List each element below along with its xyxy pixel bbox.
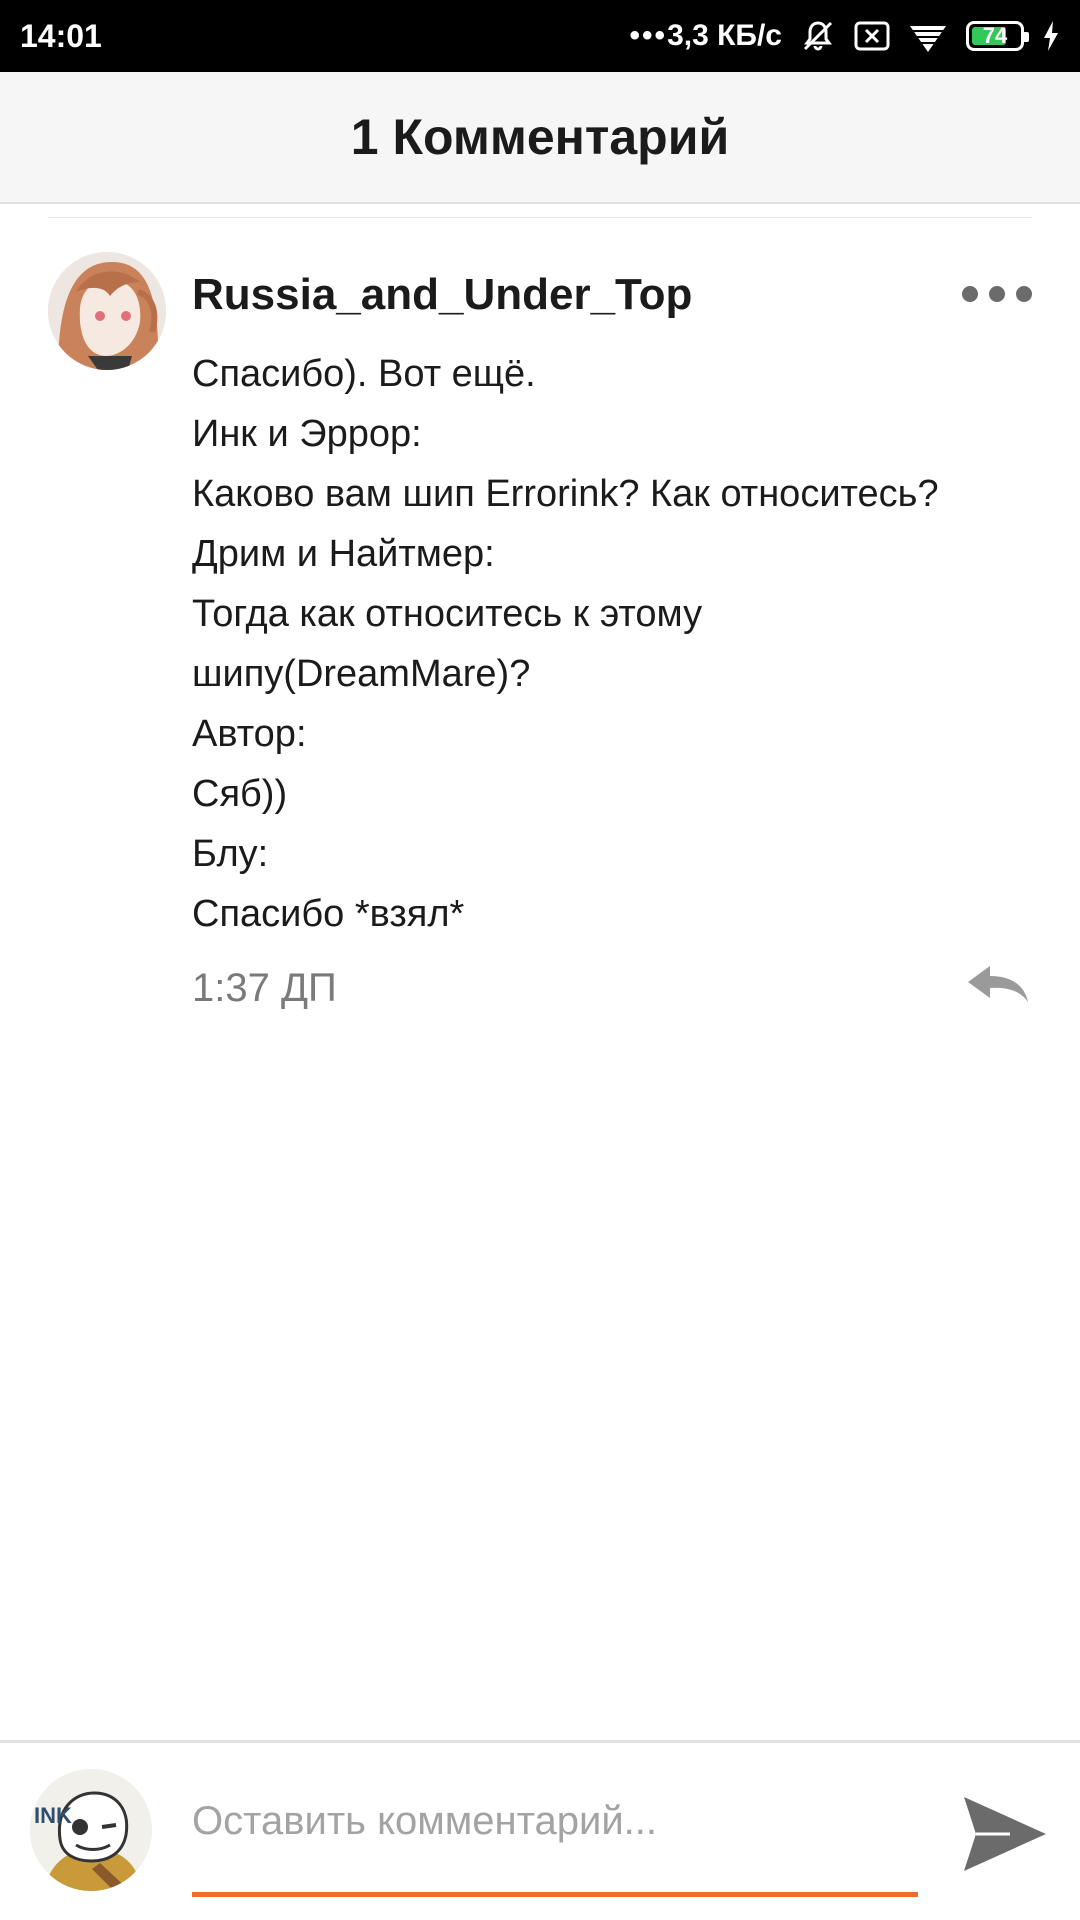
send-icon[interactable] (960, 1791, 1050, 1877)
sim-x-icon (854, 21, 890, 51)
comment-timestamp: 1:37 ДП (192, 966, 337, 1010)
network-speed: •••3,3 КБ/с (630, 19, 782, 53)
comment-line: Дрим и Найтмер: (192, 533, 495, 575)
battery-cap (1024, 32, 1029, 42)
more-options-icon[interactable] (962, 282, 1032, 306)
input-underline (192, 1892, 918, 1897)
reply-arrow-icon[interactable] (964, 960, 1032, 1010)
comment-line: Сяб)) (192, 773, 288, 815)
status-indicators: •••3,3 КБ/с 74 (630, 18, 1060, 54)
network-speed-value: 3,3 КБ/с (667, 19, 782, 52)
comment-line: Спасибо). Вот ещё. (192, 353, 536, 395)
comment-text: Спасибо). Вот ещё. Инк и Эррор: Каково в… (192, 344, 1052, 944)
comment-line: Блу: (192, 833, 269, 875)
activity-dots: ••• (629, 19, 668, 52)
comment-line: Каково вам шип Errorink? Как относитесь? (192, 473, 939, 515)
comment-composer: INK (0, 1740, 1080, 1920)
header: 1 Комментарий (0, 72, 1080, 204)
battery-icon: 74 (966, 21, 1029, 51)
comment-line: шипу(DreamMare)? (192, 653, 531, 695)
battery-level: 74 (982, 23, 1008, 48)
comment-line: Автор: (192, 713, 307, 755)
more-dot (989, 286, 1005, 302)
status-bar: 14:01 •••3,3 КБ/с 74 (0, 0, 1080, 72)
more-dot (962, 286, 978, 302)
comment-line: Инк и Эррор: (192, 413, 422, 455)
status-time: 14:01 (20, 17, 102, 54)
divider (48, 217, 1032, 218)
user-avatar[interactable]: INK (30, 1769, 152, 1891)
comment-line: Спасибо *взял* (192, 893, 465, 935)
page-title: 1 Комментарий (350, 109, 730, 165)
mute-bell-icon (800, 18, 836, 54)
more-dot (1016, 286, 1032, 302)
comment-author[interactable]: Russia_and_Under_Top (192, 270, 692, 320)
author-avatar[interactable] (48, 252, 166, 370)
comment-line: Тогда как относитесь к этому (192, 593, 703, 635)
wifi-icon (908, 20, 948, 52)
charging-bolt-icon (1042, 20, 1060, 52)
avatar-logo-text: INK (34, 1803, 72, 1828)
comment-input[interactable] (192, 1783, 918, 1859)
